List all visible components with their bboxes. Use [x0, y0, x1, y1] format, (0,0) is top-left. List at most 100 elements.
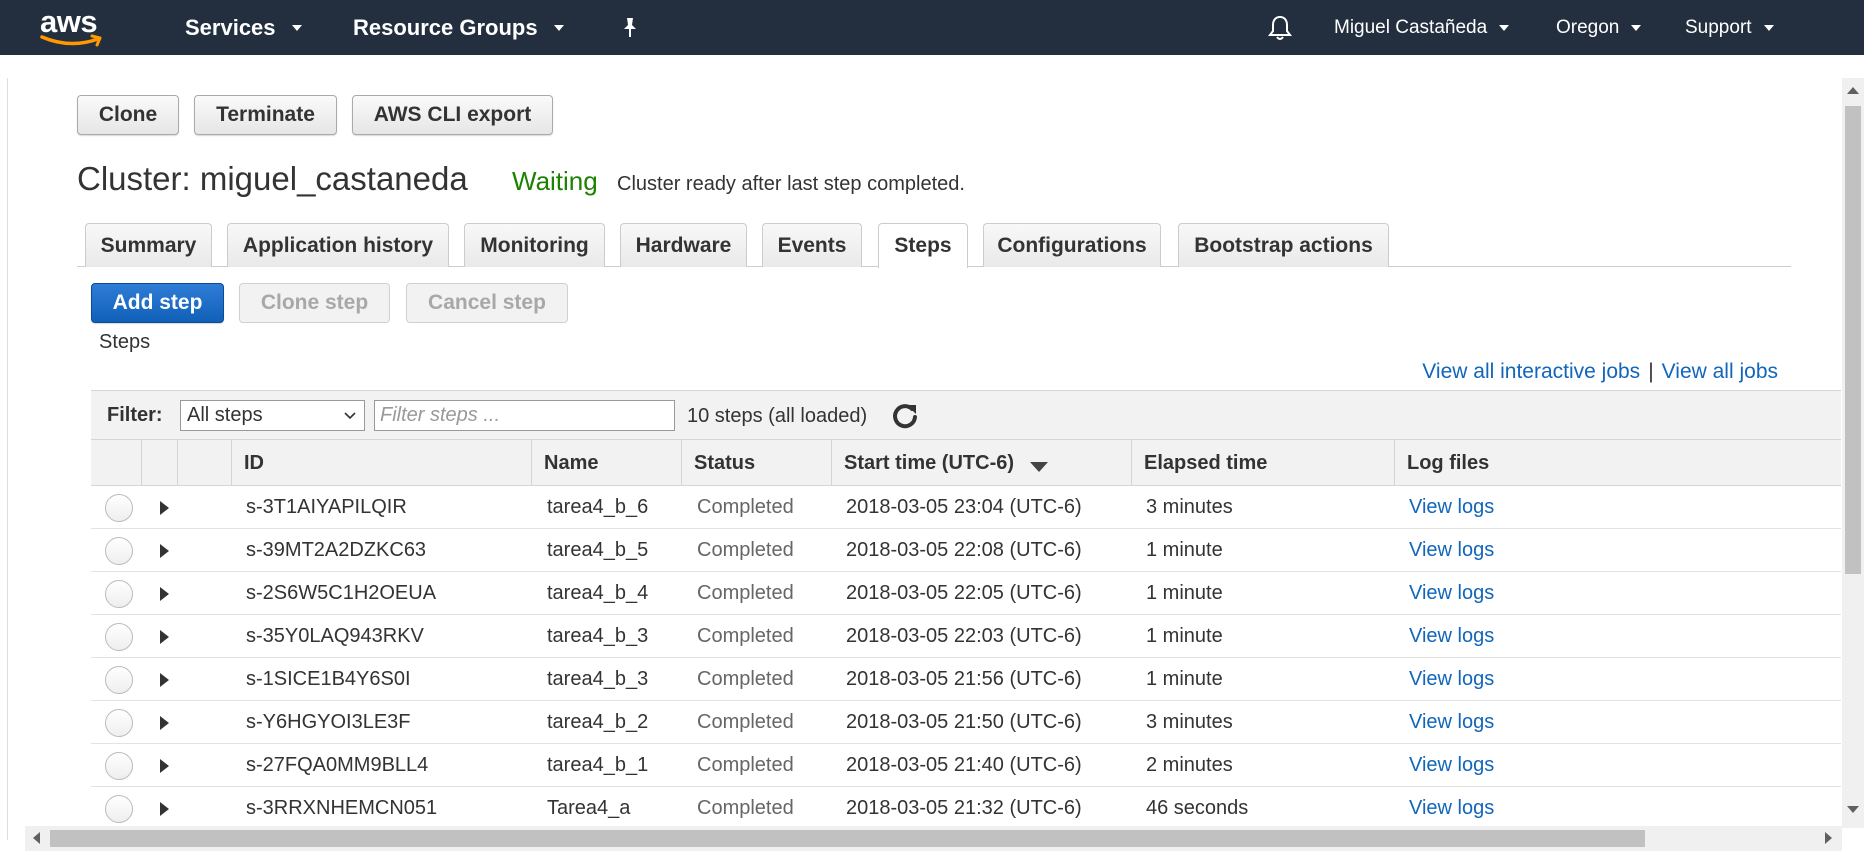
filter-label: Filter: — [107, 404, 163, 426]
step-elapsed-time: 3 minutes — [1146, 711, 1233, 733]
steps-section-label: Steps — [99, 331, 151, 353]
row-select-radio[interactable] — [105, 580, 133, 608]
vertical-scrollbar-thumb[interactable] — [1845, 106, 1861, 574]
column-header-elapsed-label: Elapsed time — [1144, 451, 1268, 474]
tab-monitoring[interactable]: Monitoring — [464, 223, 605, 267]
row-select-radio[interactable] — [105, 623, 133, 651]
view-logs-link[interactable]: View logs — [1409, 787, 1494, 830]
table-row[interactable]: s-2S6W5C1H2OEUA tarea4_b_4 Completed 2018-0… — [91, 572, 1841, 615]
table-row[interactable]: s-3T1AIYAPILQIR tarea4_b_6 Completed 2018-0… — [91, 486, 1841, 529]
left-panel-edge — [0, 78, 8, 160]
tab-steps[interactable]: Steps — [878, 223, 968, 268]
region-name: Oregon — [1556, 16, 1620, 38]
pin-button[interactable] — [619, 0, 641, 55]
step-elapsed-time: 2 minutes — [1146, 754, 1233, 776]
expand-row-icon[interactable] — [160, 630, 169, 644]
row-select-radio[interactable] — [105, 666, 133, 694]
services-menu[interactable]: Services — [185, 0, 302, 55]
clone-step-button[interactable]: Clone step — [239, 283, 390, 323]
expand-row-icon[interactable] — [160, 587, 169, 601]
view-logs-link[interactable]: View logs — [1409, 529, 1494, 572]
chevron-down-icon — [553, 24, 564, 31]
view-all-jobs-link[interactable]: View all jobs — [1662, 360, 1778, 384]
tab-hardware[interactable]: Hardware — [620, 223, 747, 267]
step-elapsed-time: 46 seconds — [1146, 797, 1249, 819]
column-header-id[interactable]: ID — [231, 440, 531, 486]
view-logs-link[interactable]: View logs — [1409, 701, 1494, 744]
row-select-radio[interactable] — [105, 494, 133, 522]
table-row[interactable]: s-27FQA0MM9BLL4 tarea4_b_1 Completed 2018-0… — [91, 744, 1841, 787]
horizontal-scrollbar[interactable] — [25, 826, 1842, 851]
resource-groups-menu[interactable]: Resource Groups — [353, 0, 564, 55]
table-row[interactable]: s-Y6HGYOI3LE3F tarea4_b_2 Completed 2018-03… — [91, 701, 1841, 744]
scroll-left-arrow-icon[interactable] — [33, 832, 40, 844]
cancel-step-button[interactable]: Cancel step — [406, 283, 568, 323]
bell-icon — [1268, 15, 1292, 40]
step-status: Completed — [697, 797, 794, 819]
step-start-time: 2018-03-05 21:40 (UTC-6) — [846, 754, 1082, 776]
row-select-radio[interactable] — [105, 709, 133, 737]
scroll-down-arrow-icon[interactable] — [1847, 806, 1859, 813]
table-row[interactable]: s-1SICE1B4Y6S0I tarea4_b_3 Completed 2018-0… — [91, 658, 1841, 701]
steps-filter-select-value: All steps — [187, 404, 263, 426]
pushpin-icon — [624, 17, 636, 37]
view-logs-link[interactable]: View logs — [1409, 572, 1494, 615]
expand-row-icon[interactable] — [160, 716, 169, 730]
step-status: Completed — [697, 539, 794, 561]
expand-row-icon[interactable] — [160, 802, 169, 816]
row-select-radio[interactable] — [105, 795, 133, 823]
refresh-icon[interactable] — [890, 401, 920, 431]
step-id: s-3T1AIYAPILQIR — [246, 496, 407, 518]
expand-row-icon[interactable] — [160, 673, 169, 687]
table-row[interactable]: s-35Y0LAQ943RKV tarea4_b_3 Completed 2018-0… — [91, 615, 1841, 658]
column-header-start-time[interactable]: Start time (UTC-6) — [831, 440, 1131, 486]
tab-events[interactable]: Events — [762, 223, 862, 267]
vertical-scrollbar[interactable] — [1842, 78, 1864, 828]
table-row[interactable]: s-39MT2A2DZKC63 tarea4_b_5 Completed 2018-0… — [91, 529, 1841, 572]
add-step-button[interactable]: Add step — [91, 283, 224, 323]
link-separator: | — [1648, 360, 1654, 383]
region-menu[interactable]: Oregon — [1556, 0, 1642, 55]
table-row[interactable]: s-3RRXNHEMCN051 Tarea4_a Completed 2018-03-… — [91, 787, 1841, 830]
chevron-down-icon — [1499, 24, 1510, 31]
column-header-logs-label: Log files — [1407, 451, 1490, 474]
support-menu[interactable]: Support — [1685, 0, 1774, 55]
tab-bootstrap-actions[interactable]: Bootstrap actions — [1178, 223, 1389, 267]
notifications-button[interactable] — [1267, 0, 1293, 55]
column-header-status[interactable]: Status — [681, 440, 831, 486]
view-logs-link[interactable]: View logs — [1409, 486, 1494, 529]
expand-row-icon[interactable] — [160, 501, 169, 515]
step-name: tarea4_b_3 — [547, 625, 649, 647]
column-header-log-files[interactable]: Log files — [1394, 440, 1841, 486]
steps-count: 10 steps (all loaded) — [687, 405, 868, 427]
view-logs-link[interactable]: View logs — [1409, 615, 1494, 658]
aws-cli-export-button[interactable]: AWS CLI export — [352, 95, 553, 135]
expand-row-icon[interactable] — [160, 544, 169, 558]
step-status: Completed — [697, 711, 794, 733]
clone-button[interactable]: Clone — [77, 95, 179, 135]
terminate-button[interactable]: Terminate — [194, 95, 337, 135]
column-header-elapsed-time[interactable]: Elapsed time — [1131, 440, 1394, 486]
column-header-name[interactable]: Name — [531, 440, 681, 486]
horizontal-scrollbar-thumb[interactable] — [50, 830, 1645, 847]
tab-application-history[interactable]: Application history — [227, 223, 449, 267]
scroll-right-arrow-icon[interactable] — [1825, 832, 1832, 844]
steps-filter-select[interactable]: All steps — [180, 400, 365, 431]
step-status: Completed — [697, 668, 794, 690]
tab-summary[interactable]: Summary — [85, 223, 212, 267]
expand-row-icon[interactable] — [160, 759, 169, 773]
view-logs-link[interactable]: View logs — [1409, 744, 1494, 787]
scroll-up-arrow-icon[interactable] — [1847, 87, 1859, 94]
aws-logo[interactable]: aws — [40, 4, 110, 50]
user-name: Miguel Castañeda — [1334, 16, 1488, 38]
step-id: s-35Y0LAQ943RKV — [246, 625, 424, 647]
view-all-interactive-jobs-link[interactable]: View all interactive jobs — [1422, 360, 1640, 384]
step-elapsed-time: 3 minutes — [1146, 496, 1233, 518]
row-select-radio[interactable] — [105, 752, 133, 780]
row-select-radio[interactable] — [105, 537, 133, 565]
user-menu[interactable]: Miguel Castañeda — [1334, 0, 1510, 55]
view-logs-link[interactable]: View logs — [1409, 658, 1494, 701]
tab-configurations[interactable]: Configurations — [983, 223, 1161, 267]
step-elapsed-time: 1 minute — [1146, 539, 1223, 561]
filter-steps-input[interactable] — [374, 400, 675, 431]
